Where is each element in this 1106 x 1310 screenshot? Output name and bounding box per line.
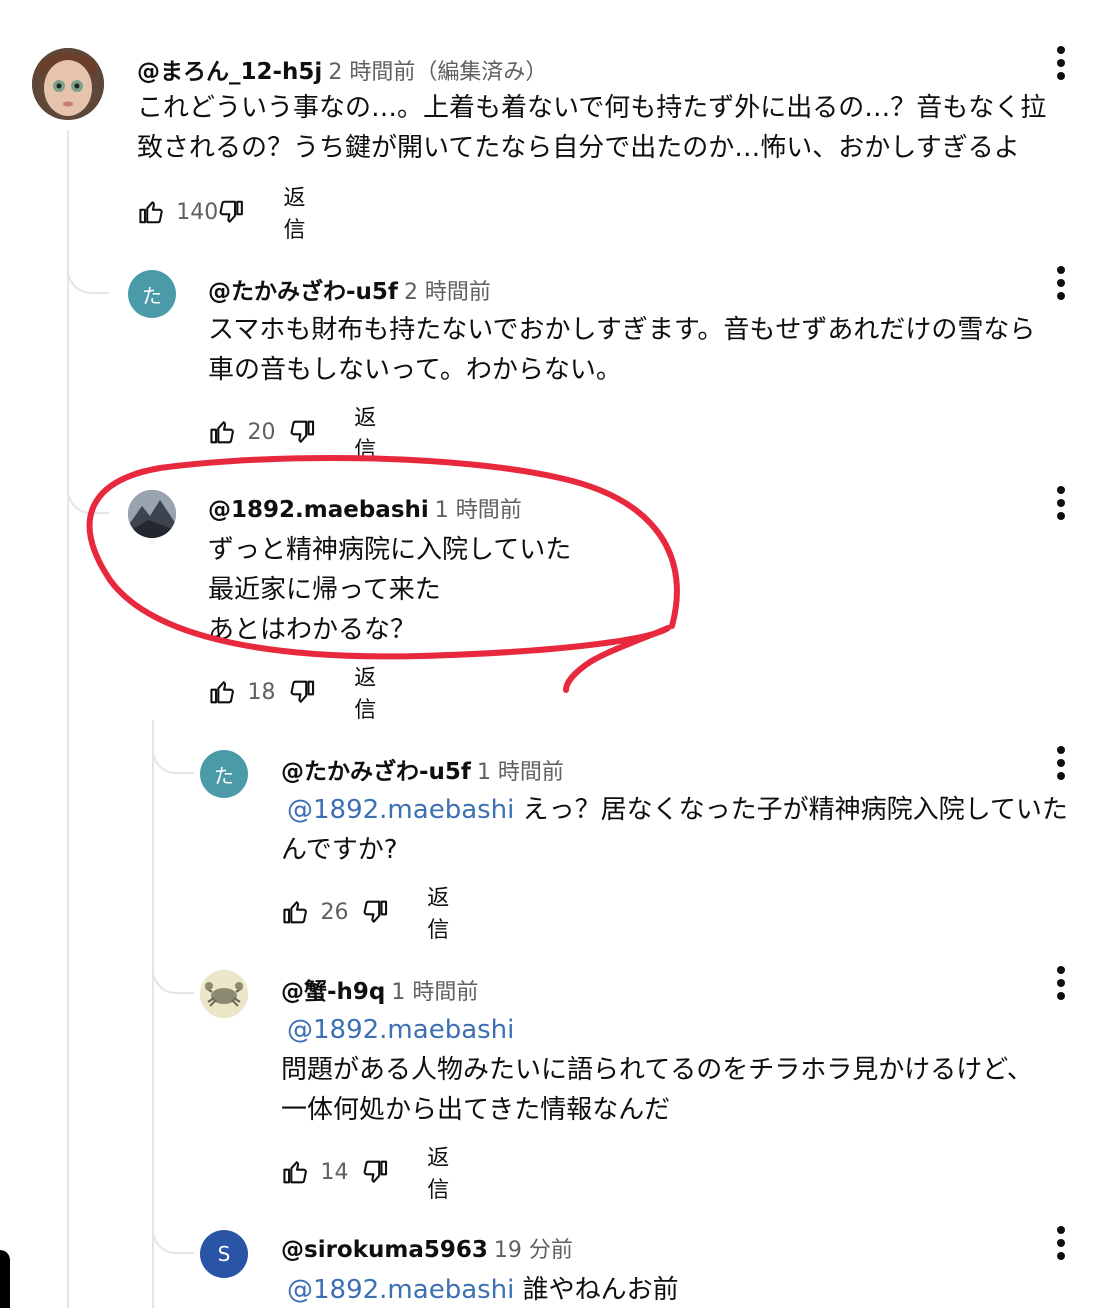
comment-time[interactable]: 19 分前 [494,1238,573,1263]
avatar[interactable]: S [200,1230,248,1278]
comment-text: @1892.maebashi 問題がある人物みたいに語られてるのをチラホラ見かけ… [281,1015,1033,1125]
comment-author[interactable]: @たかみざわ-u5f [281,759,471,785]
comment-time[interactable]: 1 時間前 [391,980,478,1005]
mention-link[interactable]: @1892.maebashi [287,795,514,825]
avatar[interactable] [200,970,248,1018]
more-options-icon[interactable] [1055,966,1067,1002]
comment-text: @1892.maebashi えっ？居なくなった子が精神病院入院していた んです… [281,795,1068,865]
mention-link[interactable]: @1892.maebashi [287,1015,514,1045]
like-count: 14 [320,1159,349,1185]
more-options-icon[interactable] [1055,1226,1067,1262]
device-edge [0,1250,10,1308]
comment-author[interactable]: @sirokuma5963 [281,1237,488,1263]
crab-avatar-icon [200,970,248,1018]
mention-link[interactable]: @1892.maebashi [287,1275,514,1305]
comment-text: @1892.maebashi 誰やねんお前 [287,1275,679,1305]
dislike-icon[interactable] [362,1156,389,1188]
reply-button[interactable]: 返信 [427,1140,465,1204]
more-options-icon[interactable] [1055,746,1067,782]
avatar[interactable]: た [200,750,248,798]
like-icon[interactable] [281,1156,308,1188]
dislike-icon[interactable] [362,896,389,928]
comment-time[interactable]: 1 時間前 [477,760,564,785]
like-count: 26 [320,899,349,925]
comment-author[interactable]: @蟹-h9q [281,979,385,1005]
like-icon[interactable] [281,896,308,928]
reply-button[interactable]: 返信 [427,880,465,944]
